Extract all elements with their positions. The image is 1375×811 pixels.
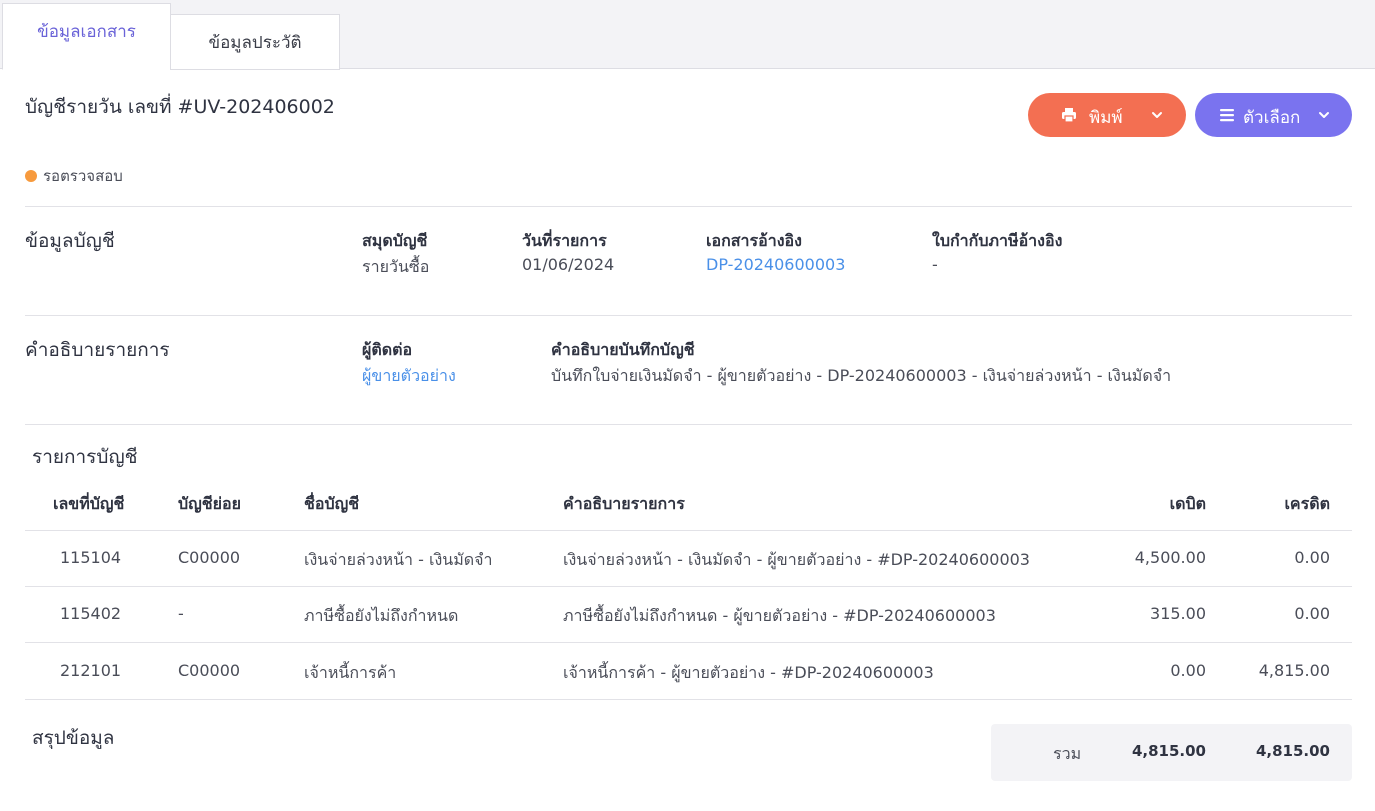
divider [25, 206, 1352, 207]
journal-note-value: บันทึกใบจ่ายเงินมัดจำ - ผู้ขายตัวอย่าง -… [551, 366, 1172, 385]
journal-label: สมุดบัญชี [362, 231, 428, 250]
divider [25, 642, 1352, 643]
cell-debit: 4,500.00 [1134, 548, 1206, 567]
status-dot-icon [25, 170, 37, 182]
tab-history-info[interactable]: ข้อมูลประวัติ [170, 14, 340, 70]
column-header-sub-account: บัญชีย่อย [178, 494, 242, 513]
column-header-description: คำอธิบายรายการ [563, 494, 685, 513]
tab-document-info-label: ข้อมูลเอกสาร [37, 22, 136, 42]
print-button-label: พิมพ์ [1089, 108, 1123, 128]
cell-description: เจ้าหนี้การค้า - ผู้ขายตัวอย่าง - #DP-20… [563, 663, 934, 682]
printer-icon [1062, 108, 1076, 123]
total-label: รวม [1053, 744, 1082, 763]
cell-sub-account: C00000 [178, 661, 241, 680]
cell-account-name: เจ้าหนี้การค้า [304, 663, 397, 682]
cell-account-no: 115402 [60, 604, 122, 623]
tax-invoice-value: - [932, 255, 938, 274]
cell-account-no: 115104 [60, 548, 122, 567]
tax-invoice-label: ใบกำกับภาษีอ้างอิง [932, 231, 1063, 250]
divider [25, 315, 1352, 316]
contact-link[interactable]: ผู้ขายตัวอย่าง [362, 364, 456, 389]
page-title: บัญชีรายวัน เลขที่ #UV-202406002 [25, 96, 335, 118]
divider [25, 699, 1352, 700]
ref-doc-link[interactable]: DP-20240600003 [706, 255, 845, 274]
options-button[interactable]: ตัวเลือก [1195, 93, 1352, 137]
options-button-label: ตัวเลือก [1243, 108, 1301, 128]
cell-credit: 0.00 [1294, 604, 1330, 623]
date-label: วันที่รายการ [522, 231, 607, 250]
entries-title: รายการบัญชี [32, 446, 138, 468]
menu-icon [1220, 109, 1234, 122]
summary-title: สรุปข้อมูล [32, 727, 115, 749]
chevron-down-icon [1152, 112, 1162, 118]
print-button[interactable]: พิมพ์ [1028, 93, 1186, 137]
column-header-account-no: เลขที่บัญชี [53, 494, 125, 513]
chevron-down-icon [1319, 112, 1329, 118]
cell-description: ภาษีซื้อยังไม่ถึงกำหนด - ผู้ขายตัวอย่าง … [563, 606, 996, 625]
cell-credit: 0.00 [1294, 548, 1330, 567]
column-header-credit: เครดิต [1284, 494, 1330, 513]
cell-credit: 4,815.00 [1258, 661, 1330, 680]
cell-sub-account: - [178, 604, 184, 623]
summary-totals: รวม 4,815.00 4,815.00 [991, 724, 1352, 781]
journal-note-label: คำอธิบายบันทึกบัญชี [551, 340, 695, 359]
contact-label: ผู้ติดต่อ [362, 340, 413, 359]
status-badge: รอตรวจสอบ [25, 164, 123, 188]
journal-value: รายวันซื้อ [362, 257, 430, 276]
divider [25, 586, 1352, 587]
tab-document-info[interactable]: ข้อมูลเอกสาร [2, 3, 171, 70]
cell-account-no: 212101 [60, 661, 122, 680]
cell-description: เงินจ่ายล่วงหน้า - เงินมัดจำ - ผู้ขายตัว… [563, 550, 1030, 569]
divider [25, 530, 1352, 531]
cell-debit: 0.00 [1170, 661, 1206, 680]
divider [25, 424, 1352, 425]
total-debit: 4,815.00 [1131, 742, 1206, 760]
cell-account-name: เงินจ่ายล่วงหน้า - เงินมัดจำ [304, 550, 493, 569]
tab-history-info-label: ข้อมูลประวัติ [208, 32, 302, 53]
cell-account-name: ภาษีซื้อยังไม่ถึงกำหนด [304, 606, 459, 625]
cell-debit: 315.00 [1150, 604, 1206, 623]
ref-doc-label: เอกสารอ้างอิง [706, 231, 802, 250]
tab-bar: ข้อมูลเอกสาร ข้อมูลประวัติ [0, 0, 1375, 70]
account-info-title: ข้อมูลบัญชี [25, 230, 115, 252]
cell-sub-account: C00000 [178, 548, 241, 567]
date-value: 01/06/2024 [522, 255, 615, 274]
column-header-debit: เดบิต [1169, 494, 1206, 513]
status-label: รอตรวจสอบ [43, 167, 123, 185]
total-credit: 4,815.00 [1255, 742, 1330, 760]
description-title: คำอธิบายรายการ [25, 339, 170, 361]
column-header-account-name: ชื่อบัญชี [304, 494, 360, 513]
